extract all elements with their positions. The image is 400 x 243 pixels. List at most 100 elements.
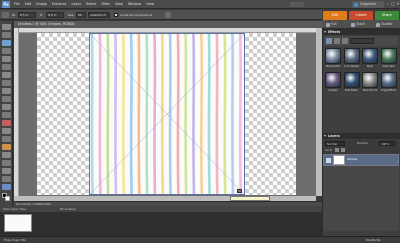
menu-list: File Edit Image Enhance Layer Select Fil… bbox=[14, 0, 154, 9]
effects-panel-header[interactable]: Effects bbox=[322, 29, 400, 35]
effect-label: Image Effects bbox=[381, 89, 396, 92]
effect-label: Bevel bbox=[366, 65, 374, 68]
quick-fix-icon bbox=[351, 22, 355, 27]
unit-select[interactable]: pixels/inch bbox=[88, 12, 110, 18]
lock-all-icon[interactable] bbox=[341, 148, 345, 152]
project-bin-header: Show Open Files Bin Actions bbox=[0, 206, 322, 212]
type-tool-icon[interactable] bbox=[2, 88, 11, 94]
tab-edit-label: Edit bbox=[331, 13, 339, 17]
mode-guided-button[interactable]: Guided bbox=[375, 21, 399, 28]
effect-thumbnail[interactable] bbox=[343, 72, 360, 88]
mode-quick-label: Quick bbox=[356, 22, 366, 26]
constrain-checkbox[interactable] bbox=[114, 13, 118, 17]
effect-thumbnail[interactable] bbox=[325, 72, 341, 88]
shape-tool-icon[interactable] bbox=[2, 184, 11, 190]
effect-label: Wow Chrome bbox=[362, 89, 378, 92]
menu-help[interactable]: Help bbox=[146, 0, 154, 9]
guided-edit-icon bbox=[376, 22, 380, 27]
layers-options: Normal Opacity: 100% Lock: bbox=[323, 140, 399, 154]
hand-tool-icon[interactable] bbox=[2, 40, 11, 46]
lasso-tool-icon[interactable] bbox=[2, 64, 11, 70]
menu-filter[interactable]: Filter bbox=[101, 0, 109, 9]
effect-thumbnail[interactable] bbox=[380, 48, 397, 64]
magic-wand-tool-icon[interactable] bbox=[2, 72, 11, 78]
organizer-label: Organizer bbox=[360, 2, 377, 6]
cookie-cutter-tool-icon[interactable] bbox=[2, 104, 11, 110]
dropdown-arrow-icon[interactable] bbox=[165, 12, 171, 18]
organizer-button[interactable]: Organizer bbox=[352, 1, 384, 8]
resolution-input[interactable]: 96 bbox=[76, 12, 86, 18]
lock-transparent-icon[interactable] bbox=[335, 148, 339, 152]
hide-project-bin-button[interactable]: Hide Project Bin bbox=[4, 237, 26, 243]
visibility-eye-icon[interactable] bbox=[326, 158, 331, 163]
menu-file[interactable]: File bbox=[14, 0, 20, 9]
opacity-input[interactable]: 100% bbox=[379, 141, 395, 146]
undo-button[interactable] bbox=[290, 2, 304, 7]
collapse-triangle-icon bbox=[324, 30, 326, 33]
layer-styles-icon[interactable] bbox=[334, 38, 340, 44]
menu-view[interactable]: View bbox=[115, 0, 123, 9]
filters-icon[interactable] bbox=[326, 38, 332, 44]
width-input[interactable]: 8.5 in bbox=[18, 12, 36, 18]
menu-layer[interactable]: Layer bbox=[72, 0, 81, 9]
tab-create[interactable]: Create bbox=[349, 11, 373, 20]
red-eye-tool-icon[interactable] bbox=[2, 120, 11, 126]
effects-category-select[interactable] bbox=[350, 38, 374, 44]
menu-select[interactable]: Select bbox=[86, 0, 96, 9]
zoom-tool-icon[interactable] bbox=[2, 32, 11, 38]
menu-edit[interactable]: Edit bbox=[25, 0, 32, 9]
mode-full-label: Full bbox=[331, 22, 337, 26]
show-open-files-select[interactable]: Show Open Files bbox=[3, 207, 26, 211]
palette-bin-button[interactable]: Palette Bin bbox=[366, 237, 381, 243]
clone-stamp-tool-icon[interactable] bbox=[2, 136, 11, 142]
healing-brush-tool-icon[interactable] bbox=[2, 128, 11, 134]
bin-actions-menu[interactable]: Bin Actions bbox=[60, 206, 76, 212]
height-input[interactable]: 8.5 in bbox=[46, 12, 64, 18]
gradient-tool-icon[interactable] bbox=[2, 176, 11, 182]
crop-tool-icon[interactable] bbox=[2, 12, 9, 18]
effect-thumbnail[interactable] bbox=[362, 48, 378, 64]
layer-name: Stripes bbox=[347, 157, 358, 161]
tab-edit[interactable]: Edit bbox=[323, 11, 347, 20]
photo-effects-icon[interactable] bbox=[342, 38, 348, 44]
open-file-thumbnail[interactable] bbox=[4, 214, 32, 232]
tab-share[interactable]: Share bbox=[375, 11, 399, 20]
menu-image[interactable]: Image bbox=[36, 0, 47, 9]
maximize-icon[interactable]: □ bbox=[391, 1, 395, 7]
menu-bar: Ps File Edit Image Enhance Layer Select … bbox=[0, 0, 400, 9]
move-tool-icon[interactable] bbox=[2, 24, 11, 30]
eyedropper-tool-icon[interactable] bbox=[2, 48, 11, 54]
close-icon[interactable]: × bbox=[396, 1, 400, 7]
crop-tool-icon[interactable] bbox=[2, 96, 11, 102]
pencil-tool-icon[interactable] bbox=[2, 144, 11, 150]
background-color-swatch[interactable] bbox=[5, 196, 10, 201]
transparent-area-left bbox=[37, 33, 89, 195]
eraser-tool-icon[interactable] bbox=[2, 152, 11, 158]
blend-mode-select[interactable]: Normal bbox=[325, 141, 345, 146]
effect-thumbnail[interactable] bbox=[325, 48, 341, 64]
layers-panel-header[interactable]: Layers bbox=[322, 133, 400, 139]
mode-quick-button[interactable]: Quick bbox=[350, 21, 372, 28]
full-edit-icon bbox=[326, 22, 330, 27]
menu-window[interactable]: Window bbox=[128, 0, 141, 9]
effect-thumbnail[interactable] bbox=[343, 48, 360, 64]
mode-full-button[interactable]: Full bbox=[325, 21, 347, 28]
paint-bucket-tool-icon[interactable] bbox=[2, 168, 11, 174]
effect-thumbnail[interactable] bbox=[362, 72, 378, 88]
minimize-icon[interactable]: – bbox=[386, 1, 390, 7]
document-tab[interactable]: Untitled-1 @ 50% (Stripes, RGB/8) bbox=[14, 21, 322, 28]
effect-label: Inner Shadow bbox=[344, 65, 359, 68]
transform-bounding-box[interactable] bbox=[89, 33, 245, 195]
tab-share-label: Share bbox=[382, 13, 392, 17]
effect-thumbnail[interactable] bbox=[380, 72, 397, 88]
bottom-bar: Hide Project Bin Palette Bin bbox=[0, 236, 400, 242]
resize-handle[interactable] bbox=[237, 189, 242, 193]
marquee-tool-icon[interactable] bbox=[2, 56, 11, 62]
striped-image-layer[interactable] bbox=[89, 33, 245, 195]
menu-enhance[interactable]: Enhance bbox=[52, 0, 67, 9]
straighten-tool-icon[interactable] bbox=[2, 112, 11, 118]
selection-brush-tool-icon[interactable] bbox=[2, 80, 11, 86]
width-label: W: bbox=[12, 13, 16, 17]
brush-tool-icon[interactable] bbox=[2, 160, 11, 166]
layers-panel-title: Layers bbox=[328, 134, 340, 138]
